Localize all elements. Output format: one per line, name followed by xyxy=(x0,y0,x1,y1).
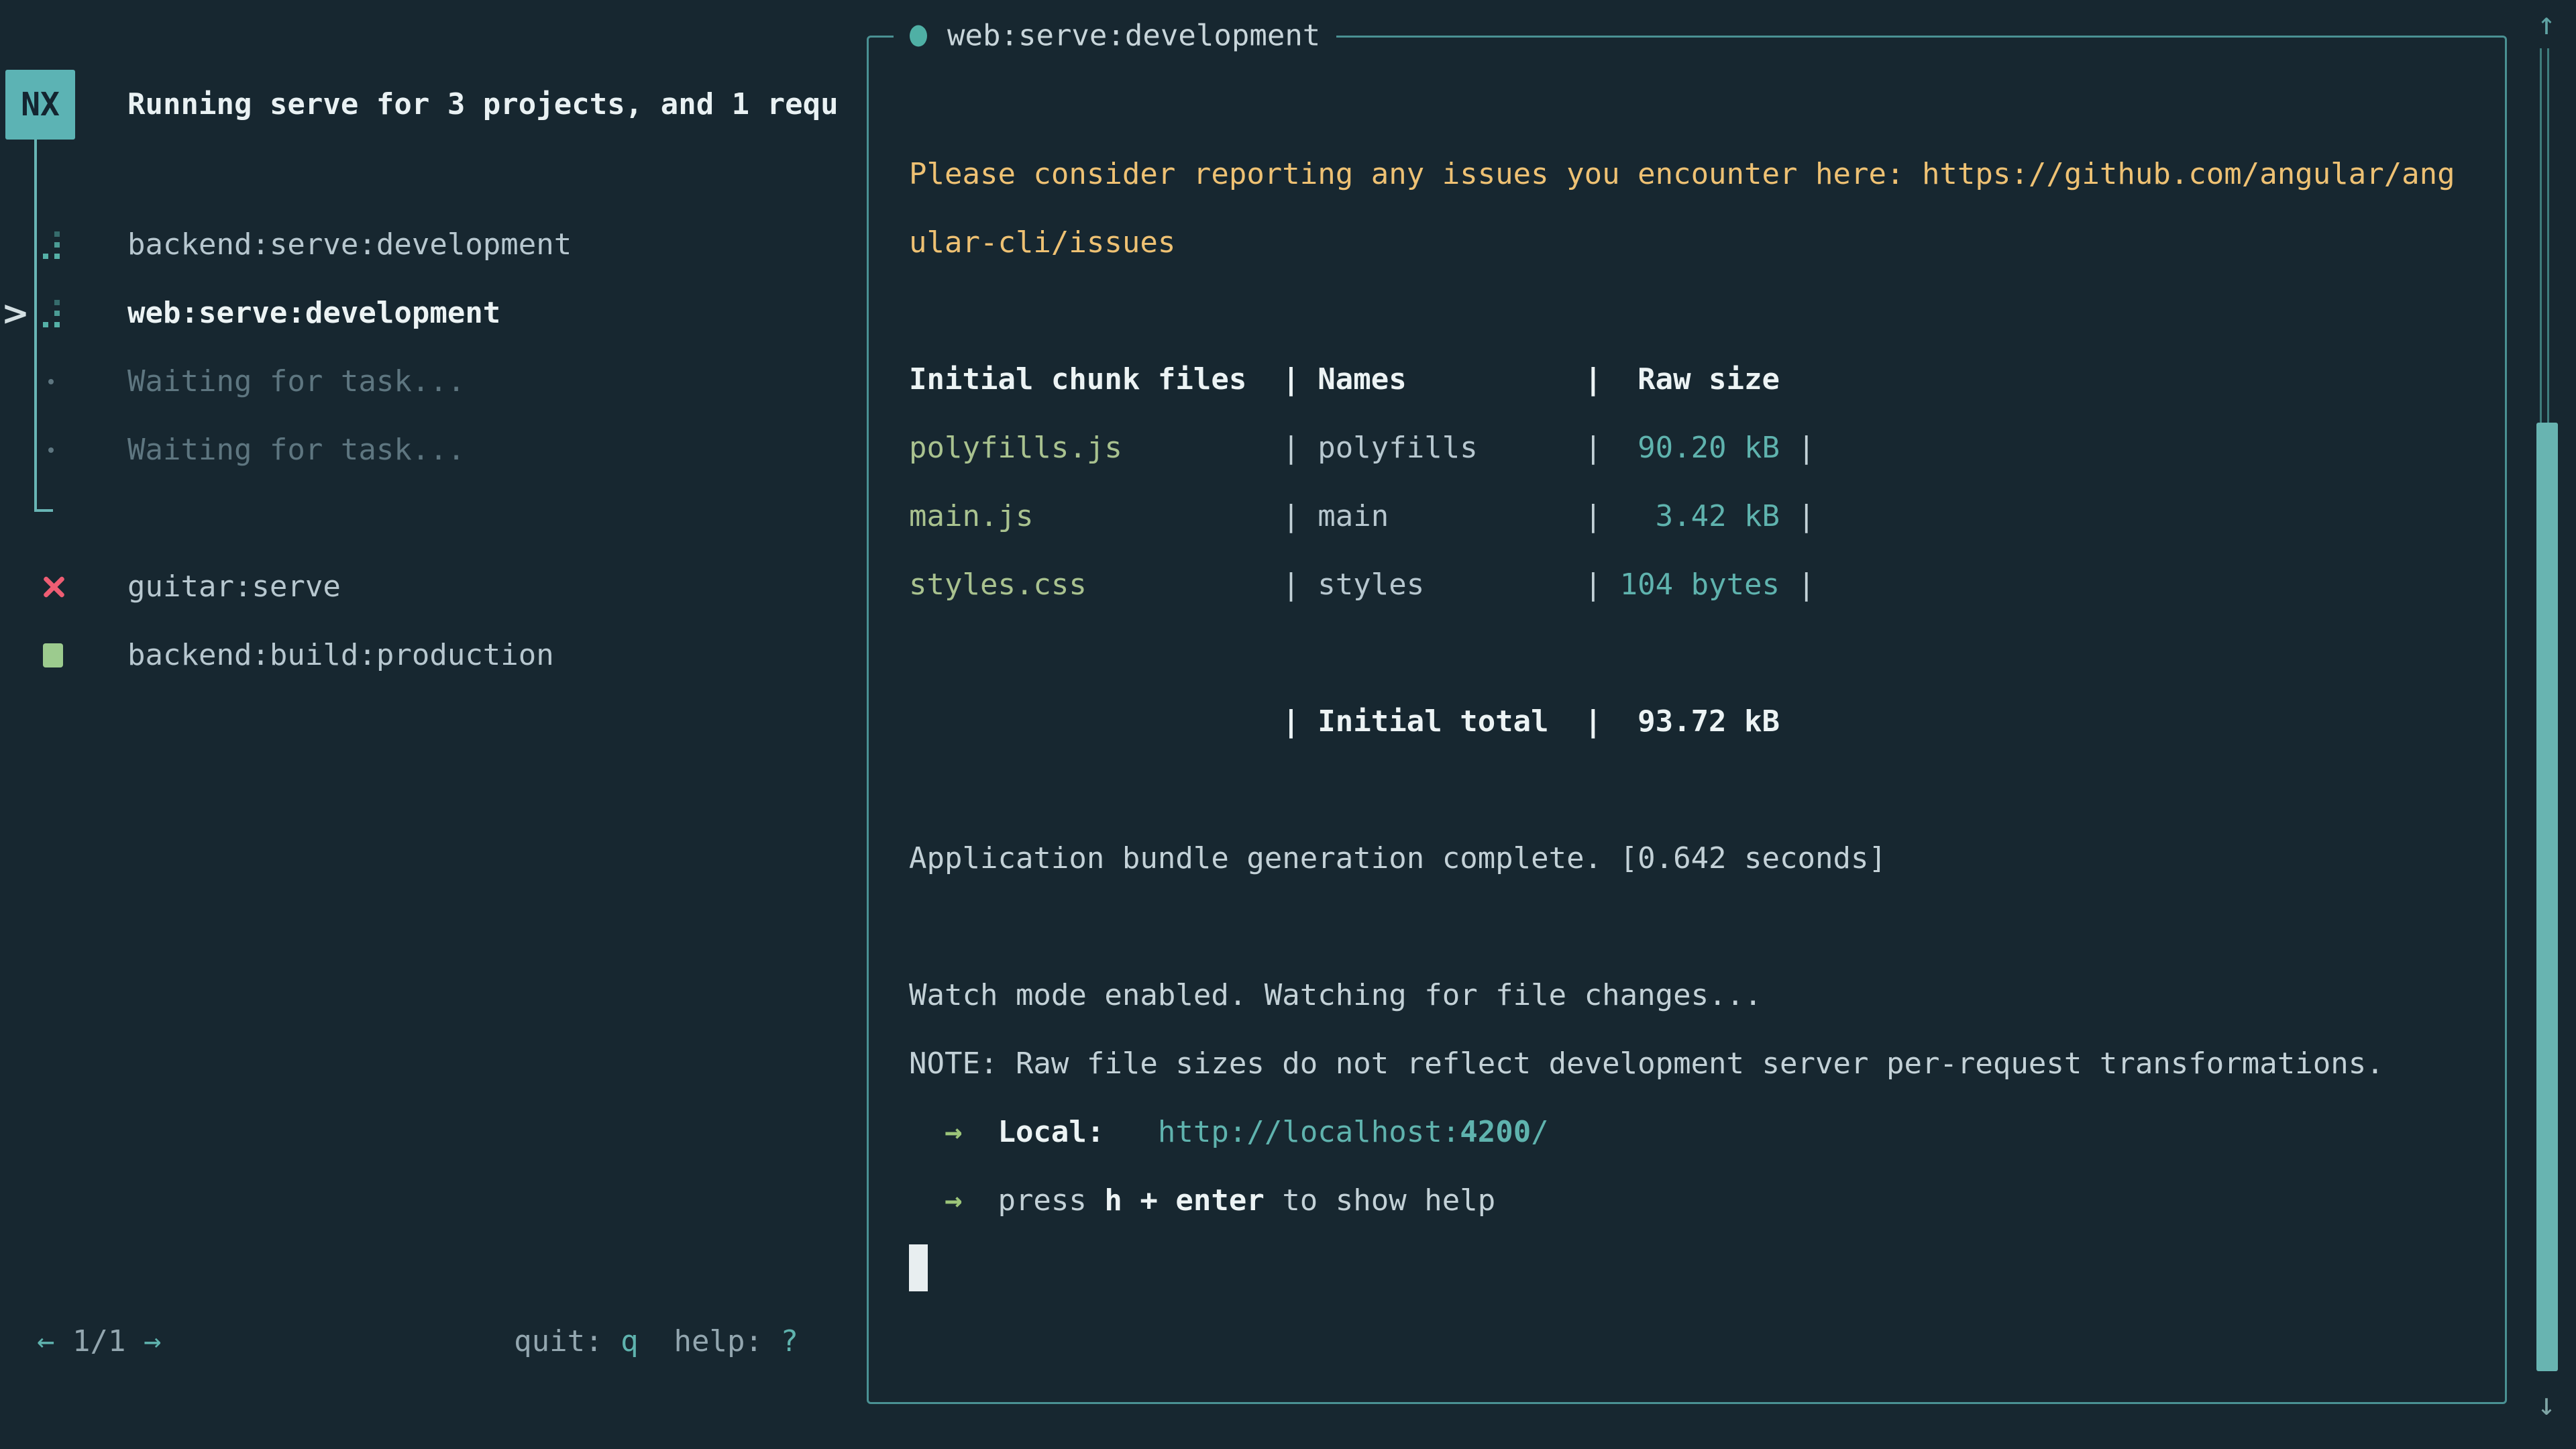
local-url-slash[interactable]: / xyxy=(1531,1115,1549,1149)
task-row-waiting-1[interactable]: Waiting for task... xyxy=(0,347,862,416)
table-pipe: | xyxy=(1585,568,1620,602)
help-text: to show help xyxy=(1265,1183,1495,1218)
scrollbar-thumb[interactable] xyxy=(2536,423,2558,1371)
table-pipe: | xyxy=(1282,499,1318,533)
watch-mode-line: Watch mode enabled. Watching for file ch… xyxy=(909,961,2499,1030)
scrollbar-down-arrow-icon[interactable]: ↓ xyxy=(2528,1381,2565,1428)
chunk-size: 3.42 kB xyxy=(1620,499,1780,533)
scrollbar-up-arrow-icon[interactable]: ↑ xyxy=(2528,0,2565,47)
task-label: backend:serve:development xyxy=(127,211,572,279)
blank-line xyxy=(909,277,2499,345)
local-label: Local: xyxy=(998,1115,1104,1149)
task-label: guitar:serve xyxy=(127,553,341,621)
nx-logo: NX xyxy=(5,70,75,140)
chunk-name: polyfills xyxy=(1318,431,1584,465)
note-line: NOTE: Raw file sizes do not reflect deve… xyxy=(909,1030,2499,1098)
local-url[interactable]: http://localhost: xyxy=(1158,1115,1460,1149)
scrollbar-track[interactable] xyxy=(2540,48,2549,423)
help-hint-line: → press h + enter to show help xyxy=(909,1167,2499,1235)
table-pipe: | xyxy=(1780,431,1815,465)
initial-total-row: | Initial total | 93.72 kB xyxy=(909,688,2499,756)
local-url-line: → Local: http://localhost:4200/ xyxy=(909,1098,2499,1167)
chunk-table-row: main.js | main | 3.42 kB | xyxy=(909,482,2499,551)
task-row-backend-build[interactable]: backend:build:production xyxy=(0,621,862,690)
help-text: press xyxy=(998,1183,1104,1218)
notice-line: Please consider reporting any issues you… xyxy=(909,140,2499,209)
help-keys: h + enter xyxy=(1104,1183,1264,1218)
selection-chevron-icon: > xyxy=(1,279,30,347)
notice-line[interactable]: ular-cli/issues xyxy=(909,209,2499,277)
table-pipe: | xyxy=(1282,431,1318,465)
task-row-backend-serve[interactable]: backend:serve:development xyxy=(0,211,862,279)
task-output-panel-title: web:serve:development xyxy=(894,19,1336,53)
table-pipe: | xyxy=(1585,431,1620,465)
running-spinner-icon xyxy=(39,279,66,347)
task-row-waiting-2[interactable]: Waiting for task... xyxy=(0,416,862,484)
blank-line xyxy=(909,756,2499,824)
failed-x-icon xyxy=(39,553,66,621)
table-pipe: | xyxy=(1585,499,1620,533)
task-label: backend:build:production xyxy=(127,621,554,690)
page-title: Running serve for 3 projects, and 1 requ xyxy=(127,70,862,140)
nx-terminal-ui: NX Running serve for 3 projects, and 1 r… xyxy=(0,0,2576,1449)
keyboard-hints: quit: q help: ? xyxy=(0,1307,798,1376)
chunk-table-row: styles.css | styles | 104 bytes | xyxy=(909,551,2499,619)
chunk-size: 104 bytes xyxy=(1620,568,1780,602)
success-square-icon xyxy=(39,621,66,690)
bundle-complete-line: Application bundle generation complete. … xyxy=(909,824,2499,893)
table-pipe: | xyxy=(1780,499,1815,533)
task-row-web-serve[interactable]: > web:serve:development xyxy=(0,279,862,347)
task-label: Waiting for task... xyxy=(127,347,465,416)
cursor-line xyxy=(909,1235,2499,1303)
chunk-size: 90.20 kB xyxy=(1620,431,1780,465)
task-output-log: Please consider reporting any issues you… xyxy=(909,140,2499,1303)
chunk-table-row: polyfills.js | polyfills | 90.20 kB | xyxy=(909,414,2499,482)
quit-hint-label: quit: xyxy=(514,1324,621,1358)
chunk-table-header: Initial chunk files | Names | Raw size xyxy=(909,345,2499,414)
task-group-tree-corner xyxy=(34,509,53,512)
running-bullet-icon xyxy=(910,25,927,46)
waiting-dot-icon xyxy=(39,347,66,416)
arrow-icon: → xyxy=(909,1183,998,1218)
spacer xyxy=(1104,1115,1157,1149)
chunk-file: styles.css xyxy=(909,568,1282,602)
task-label: Waiting for task... xyxy=(127,416,465,484)
local-url-port[interactable]: 4200 xyxy=(1460,1115,1531,1149)
waiting-dot-icon xyxy=(39,416,66,484)
help-hint-label: help: xyxy=(639,1324,781,1358)
task-label: web:serve:development xyxy=(127,279,500,347)
help-key: ? xyxy=(781,1324,799,1358)
chunk-file: polyfills.js xyxy=(909,431,1282,465)
arrow-icon: → xyxy=(909,1115,998,1149)
panel-title-text: web:serve:development xyxy=(947,19,1320,53)
chunk-name: main xyxy=(1318,499,1584,533)
table-pipe: | xyxy=(1282,568,1318,602)
running-spinner-icon xyxy=(39,211,66,279)
blank-line xyxy=(909,893,2499,961)
terminal-cursor[interactable] xyxy=(909,1244,928,1291)
task-row-guitar-serve[interactable]: guitar:serve xyxy=(0,553,862,621)
chunk-name: styles xyxy=(1318,568,1584,602)
blank-line xyxy=(909,619,2499,688)
chunk-file: main.js xyxy=(909,499,1282,533)
quit-key: q xyxy=(621,1324,639,1358)
table-pipe: | xyxy=(1780,568,1815,602)
